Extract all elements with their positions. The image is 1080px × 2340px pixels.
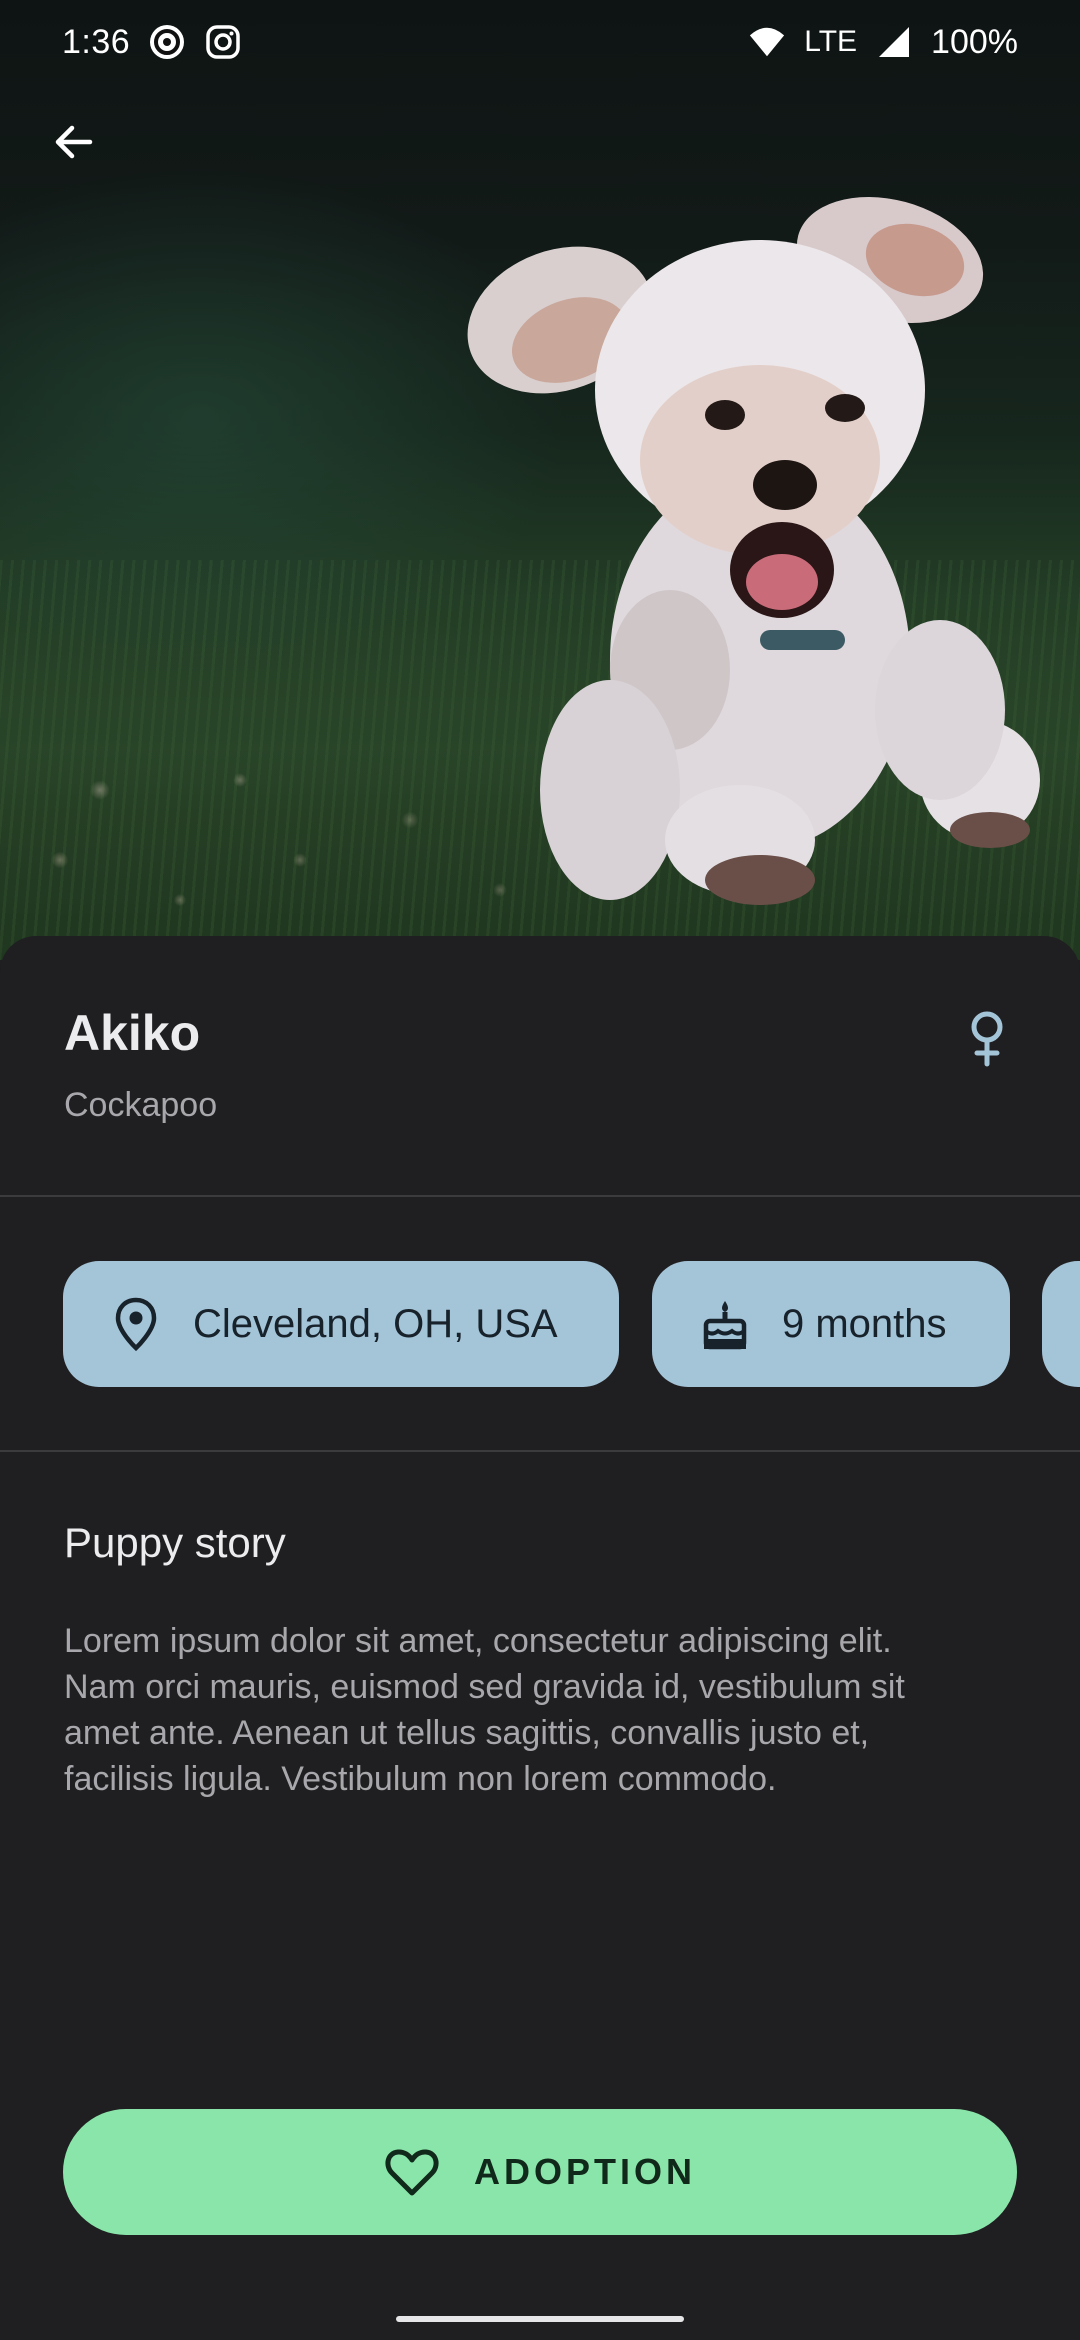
sync-circle-icon: [148, 23, 186, 61]
location-pin-icon: [109, 1297, 163, 1351]
home-indicator[interactable]: [396, 2316, 684, 2322]
instagram-icon: [204, 23, 242, 61]
dog-illustration: [467, 197, 1040, 905]
status-bar: 1:36 LTE 100%: [0, 0, 1080, 84]
wifi-icon: [748, 23, 786, 61]
divider: [0, 1450, 1080, 1452]
signal-icon: [875, 23, 913, 61]
adoption-button[interactable]: ADOPTION: [63, 2109, 1017, 2235]
story-title: Puppy story: [64, 1519, 286, 1566]
story-line: Lorem ipsum dolor sit amet, consectetur …: [64, 1622, 892, 1660]
cake-icon: [698, 1297, 752, 1351]
location-chip[interactable]: Cleveland, OH, USA: [63, 1261, 619, 1387]
info-chip-partial[interactable]: [1042, 1261, 1080, 1387]
network-type: LTE: [804, 25, 858, 58]
pet-name: Akiko: [64, 1005, 201, 1061]
status-time: 1:36: [62, 22, 131, 61]
location-label: Cleveland, OH, USA: [193, 1301, 558, 1346]
age-label: 9 months: [782, 1301, 947, 1346]
female-icon: [971, 1011, 1003, 1067]
age-chip[interactable]: 9 months: [652, 1261, 1010, 1387]
heart-outline-icon: [385, 2149, 439, 2196]
pet-photo: [0, 0, 1080, 960]
story-line: Nam orci mauris, euismod sed gravida id,…: [64, 1668, 905, 1706]
info-chips: Cleveland, OH, USA 9 months: [0, 1261, 1080, 1387]
story-line: amet ante. Aenean ut tellus sagittis, co…: [64, 1714, 870, 1752]
back-button[interactable]: [36, 104, 112, 180]
divider: [0, 1195, 1080, 1197]
arrow-left-icon: [55, 125, 93, 159]
adoption-label: ADOPTION: [473, 2151, 696, 2192]
story-text: Lorem ipsum dolor sit amet, consectetur …: [64, 1618, 1024, 1802]
story-line: facilisis ligula. Vestibulum non lorem c…: [64, 1760, 777, 1798]
pet-breed: Cockapoo: [64, 1086, 218, 1124]
detail-sheet: Akiko Cockapoo Cleveland, OH, USA 9 mont…: [0, 936, 1080, 2340]
battery-level: 100%: [931, 22, 1018, 61]
